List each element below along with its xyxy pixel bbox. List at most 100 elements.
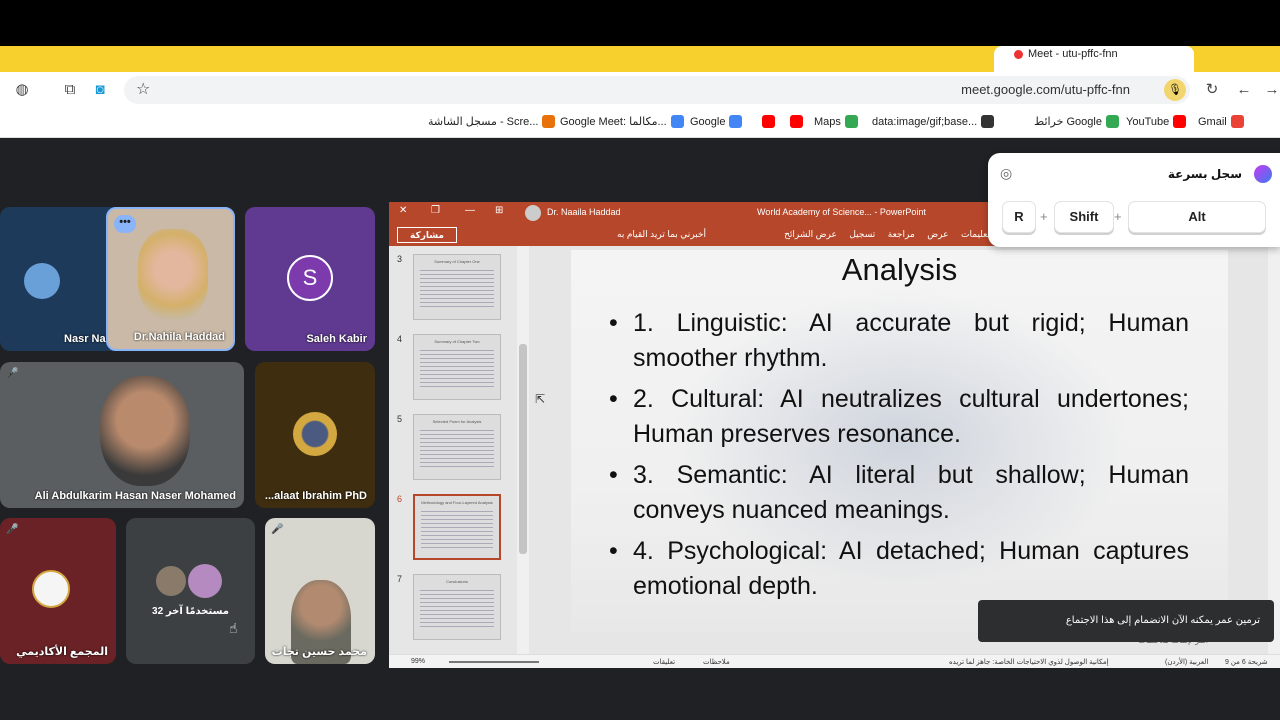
participant-tile-others[interactable]: 32 مستخدمًا آخر	[126, 518, 255, 664]
bookmark-item[interactable]: Maps	[814, 115, 858, 128]
bookmark-label: خرائط Google	[1034, 116, 1102, 128]
slide-thumbnail[interactable]: Summary of Chapter One	[413, 254, 501, 320]
participant-tile[interactable]: 🎤 Ali Abdulkarim Hasan Naser Mohamed	[0, 362, 244, 508]
close-icon[interactable]: ✕	[399, 205, 407, 216]
bookmark-item[interactable]: Gmail	[1198, 115, 1244, 128]
settings-icon[interactable]: ◎	[1000, 165, 1012, 182]
scroll-thumb[interactable]	[519, 344, 527, 554]
bookmark-item[interactable]: Google Meet: مكالما...	[560, 115, 684, 128]
notes-button[interactable]: ملاحظات	[703, 658, 730, 666]
tab-title: Meet - utu-pffc-fnn	[1028, 48, 1118, 60]
zoom-slider[interactable]	[449, 661, 539, 663]
recording-dot-icon	[1014, 50, 1023, 59]
slide-editor: Analysis 1. Linguistic: AI accurate but …	[529, 246, 1268, 654]
others-count: 32 مستخدمًا آخر	[152, 606, 229, 617]
google-icon	[729, 115, 743, 128]
tab-record[interactable]: تسجيل	[849, 229, 875, 239]
participant-tile-speaking[interactable]: ••• Dr.Nahila Haddad	[106, 207, 235, 351]
recorder-icon	[542, 115, 556, 128]
bookmark-label: Google Meet: مكالما...	[560, 116, 667, 128]
forward-icon[interactable]: →	[1262, 80, 1280, 100]
zoom-level[interactable]: 99%	[411, 658, 425, 665]
bookmark-item[interactable]	[786, 115, 803, 128]
url-text: meet.google.com/utu-pffc-fnn	[961, 82, 1130, 97]
thumb-lines	[420, 347, 494, 387]
thumb-title: Conclusions	[446, 579, 468, 584]
bookmark-label: YouTube	[1126, 115, 1170, 128]
tab-review[interactable]: مراجعة	[888, 229, 915, 239]
participant-name: Ali Abdulkarim Hasan Naser Mohamed	[34, 490, 236, 502]
address-bar[interactable]: ☆ meet.google.com/utu-pffc-fnn 🎙	[124, 76, 1190, 104]
extensions-icon[interactable]: ⧉	[60, 80, 80, 100]
back-icon[interactable]: ←	[1234, 80, 1254, 100]
brand-logo-icon	[1254, 165, 1272, 183]
globe-icon	[981, 115, 995, 128]
participant-name: المجمع الأكاديمي	[16, 646, 108, 658]
bookmark-label: Google	[690, 115, 726, 128]
tab-strip: Meet - utu-pffc-fnn	[0, 46, 1280, 72]
thumb-title: Summary of Chapter Two	[434, 339, 480, 344]
powerpoint-window: ✕ ❐ — ⊞ Dr. Naaila Haddad World Academy …	[389, 202, 1280, 668]
bullet-item: 1. Linguistic: AI accurate but rigid; Hu…	[609, 306, 1189, 376]
top-black-band	[0, 0, 1280, 52]
tab-meet[interactable]: Meet - utu-pffc-fnn	[994, 46, 1194, 72]
ppt-status-bar: 99% تعليقات ملاحظات إمكانية الوصول لذوي …	[389, 654, 1280, 668]
bookmark-item[interactable]	[758, 115, 775, 128]
slide-thumbnail[interactable]: Selected Poem for Analysis	[413, 414, 501, 480]
current-slide[interactable]: Analysis 1. Linguistic: AI accurate but …	[571, 250, 1228, 632]
participant-tile[interactable]: S Saleh Kabir	[245, 207, 375, 351]
mic-off-icon: 🎤	[271, 524, 284, 535]
share-button[interactable]: مشاركة	[397, 227, 457, 243]
tell-me-box[interactable]: أخبرني بما تريد القيام به	[617, 229, 706, 240]
key-shift: Shift	[1054, 201, 1114, 233]
restore-icon[interactable]: ❐	[431, 205, 440, 216]
tab-slideshow[interactable]: عرض الشرائح	[784, 229, 837, 239]
participant-tile[interactable]: ...alaat Ibrahim PhD	[255, 362, 375, 508]
bookmark-item[interactable]: مسجل الشاشة - Scre...	[428, 115, 556, 128]
screen-recorder-icon[interactable]: ◙	[90, 80, 110, 100]
more-options-icon[interactable]: •••	[114, 215, 136, 233]
ribbon-tabs: تعليمات عرض مراجعة تسجيل عرض الشرائح	[774, 229, 990, 240]
slide-thumbnails-pane: 3 Summary of Chapter One 4 Summary of Ch…	[389, 246, 529, 654]
ppt-window-title: World Academy of Science... - PowerPoint	[757, 207, 926, 217]
reload-icon[interactable]: ↻	[1202, 80, 1222, 100]
slide-thumbnail[interactable]: Summary of Chapter Two	[413, 334, 501, 400]
language-status: العربية (الأردن)	[1165, 659, 1209, 666]
comments-button[interactable]: تعليقات	[653, 658, 675, 666]
slide-scrollbar[interactable]	[1268, 246, 1280, 654]
avatar	[293, 412, 337, 456]
bookmark-star-icon[interactable]: ☆	[136, 79, 150, 99]
tab-help[interactable]: تعليمات	[961, 229, 990, 239]
bullet-item: 3. Semantic: AI literal but shallow; Hum…	[609, 458, 1189, 528]
avatar	[24, 263, 60, 299]
bullet-item: 4. Psychological: AI detached; Human cap…	[609, 534, 1189, 604]
join-notification-toast[interactable]: ترمين عمر يمكنه الآن الانضمام إلى هذا ال…	[978, 600, 1274, 642]
accessibility-status[interactable]: إمكانية الوصول لذوي الاحتياجات الخاصة: ج…	[949, 658, 1109, 666]
avatar	[188, 564, 222, 598]
thumb-number: 3	[397, 254, 403, 264]
participant-tile[interactable]: 🎤 المجمع الأكاديمي	[0, 518, 116, 664]
thumbnails-scrollbar[interactable]	[517, 246, 529, 654]
profile-icon[interactable]: ◍	[12, 80, 32, 100]
mouse-cursor-icon: ⇱	[535, 392, 546, 406]
slide-thumbnail[interactable]: Conclusions	[413, 574, 501, 640]
bookmark-item[interactable]: Google	[690, 115, 743, 128]
thumb-lines	[421, 508, 493, 548]
thumb-number: 5	[397, 414, 403, 424]
participant-video	[138, 229, 208, 319]
key-alt: Alt	[1128, 201, 1266, 233]
tab-view[interactable]: عرض	[927, 229, 948, 239]
navigation-bar: ◍ ⧉ ◙ ☆ meet.google.com/utu-pffc-fnn 🎙 ↻…	[0, 72, 1280, 108]
participant-name: Dr.Nahila Haddad	[133, 331, 225, 343]
ribbon-display-icon[interactable]: ⊞	[495, 205, 503, 216]
slide-thumbnail-selected[interactable]: Methodology and Four-Layered Analysis	[413, 494, 501, 560]
bookmark-item[interactable]: YouTube	[1126, 115, 1187, 128]
bookmark-item[interactable]: data:image/gif;base...	[872, 115, 995, 128]
slide-counter: شريحة 6 من 9	[1225, 659, 1268, 666]
participant-tile[interactable]: 🎤 محمد حسين تجات	[265, 518, 375, 664]
thumb-title: Methodology and Four-Layered Analysis	[421, 500, 493, 505]
minimize-icon[interactable]: —	[465, 205, 475, 216]
mic-icon[interactable]: 🎙	[1164, 79, 1186, 101]
bookmark-item[interactable]: خرائط Google	[1034, 115, 1119, 128]
avatar: S	[287, 255, 333, 301]
